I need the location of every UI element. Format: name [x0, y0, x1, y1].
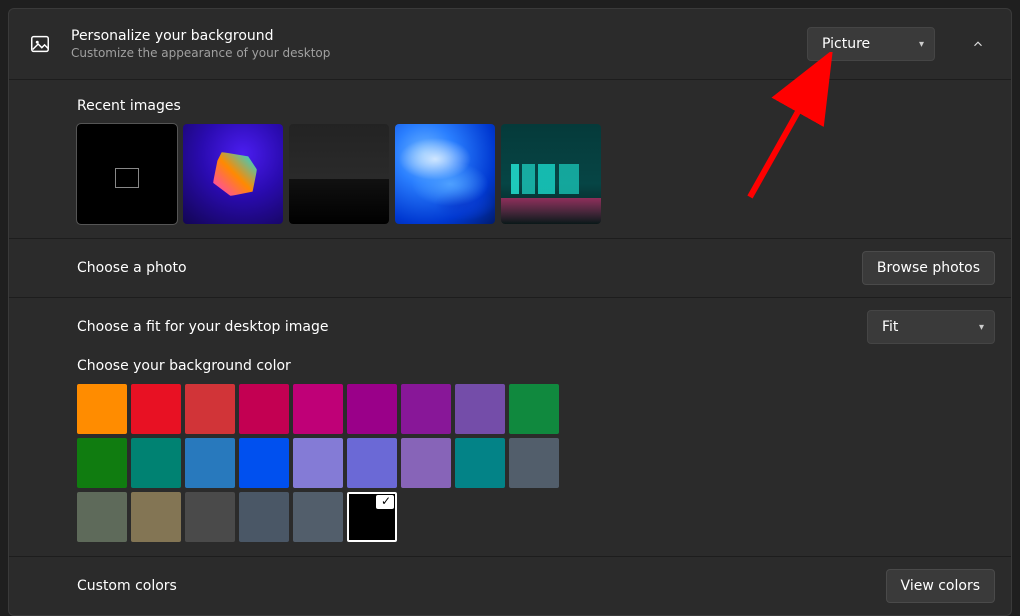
header-subtitle: Customize the appearance of your desktop [71, 46, 787, 60]
chevron-down-icon: ▾ [919, 39, 924, 50]
choose-fit-row: Choose a fit for your desktop image Fit … [9, 297, 1011, 348]
choose-photo-label: Choose a photo [77, 260, 187, 276]
swatch-row [77, 384, 995, 434]
recent-image-2[interactable] [289, 124, 389, 224]
color-swatch[interactable] [455, 438, 505, 488]
color-swatch[interactable] [347, 384, 397, 434]
color-swatch[interactable] [185, 492, 235, 542]
view-colors-button[interactable]: View colors [886, 569, 995, 603]
background-type-dropdown[interactable]: Picture ▾ [807, 27, 935, 61]
browse-photos-button[interactable]: Browse photos [862, 251, 995, 285]
recent-images-section: Recent images [9, 80, 1011, 238]
color-swatch[interactable] [131, 438, 181, 488]
swatch-row [77, 492, 995, 542]
fit-dropdown[interactable]: Fit ▾ [867, 310, 995, 344]
background-color-section: Choose your background color [9, 348, 1011, 556]
choose-photo-row: Choose a photo Browse photos [9, 238, 1011, 297]
color-swatch[interactable] [185, 384, 235, 434]
header-titles: Personalize your background Customize th… [71, 28, 787, 60]
swatch-row [77, 438, 995, 488]
recent-images-label: Recent images [77, 98, 995, 114]
fit-selected: Fit [882, 319, 898, 335]
color-swatch[interactable] [77, 492, 127, 542]
color-swatch[interactable] [293, 492, 343, 542]
color-swatch[interactable] [131, 384, 181, 434]
color-swatch[interactable] [239, 384, 289, 434]
background-type-selected: Picture [822, 36, 870, 52]
color-swatch[interactable] [401, 438, 451, 488]
personalize-background-card: Personalize your background Customize th… [8, 8, 1012, 616]
collapse-button[interactable] [961, 27, 995, 61]
color-swatch[interactable] [509, 438, 559, 488]
color-swatches [77, 384, 995, 542]
recent-image-0[interactable] [77, 124, 177, 224]
color-swatch[interactable] [77, 384, 127, 434]
background-color-label: Choose your background color [77, 358, 995, 374]
color-swatch[interactable] [293, 438, 343, 488]
custom-colors-label: Custom colors [77, 578, 177, 594]
recent-image-1[interactable] [183, 124, 283, 224]
color-swatch[interactable] [347, 492, 397, 542]
color-swatch[interactable] [131, 492, 181, 542]
color-swatch[interactable] [509, 384, 559, 434]
chevron-down-icon: ▾ [979, 322, 984, 333]
recent-image-3[interactable] [395, 124, 495, 224]
color-swatch[interactable] [239, 438, 289, 488]
recent-images-thumbs [77, 124, 995, 224]
recent-image-4[interactable] [501, 124, 601, 224]
choose-fit-label: Choose a fit for your desktop image [77, 319, 328, 335]
color-swatch[interactable] [77, 438, 127, 488]
color-swatch[interactable] [347, 438, 397, 488]
color-swatch[interactable] [293, 384, 343, 434]
card-header: Personalize your background Customize th… [9, 9, 1011, 80]
custom-colors-row: Custom colors View colors [9, 556, 1011, 615]
color-swatch[interactable] [185, 438, 235, 488]
color-swatch[interactable] [401, 384, 451, 434]
header-title: Personalize your background [71, 28, 787, 44]
color-swatch[interactable] [239, 492, 289, 542]
image-icon [29, 33, 51, 55]
color-swatch[interactable] [455, 384, 505, 434]
